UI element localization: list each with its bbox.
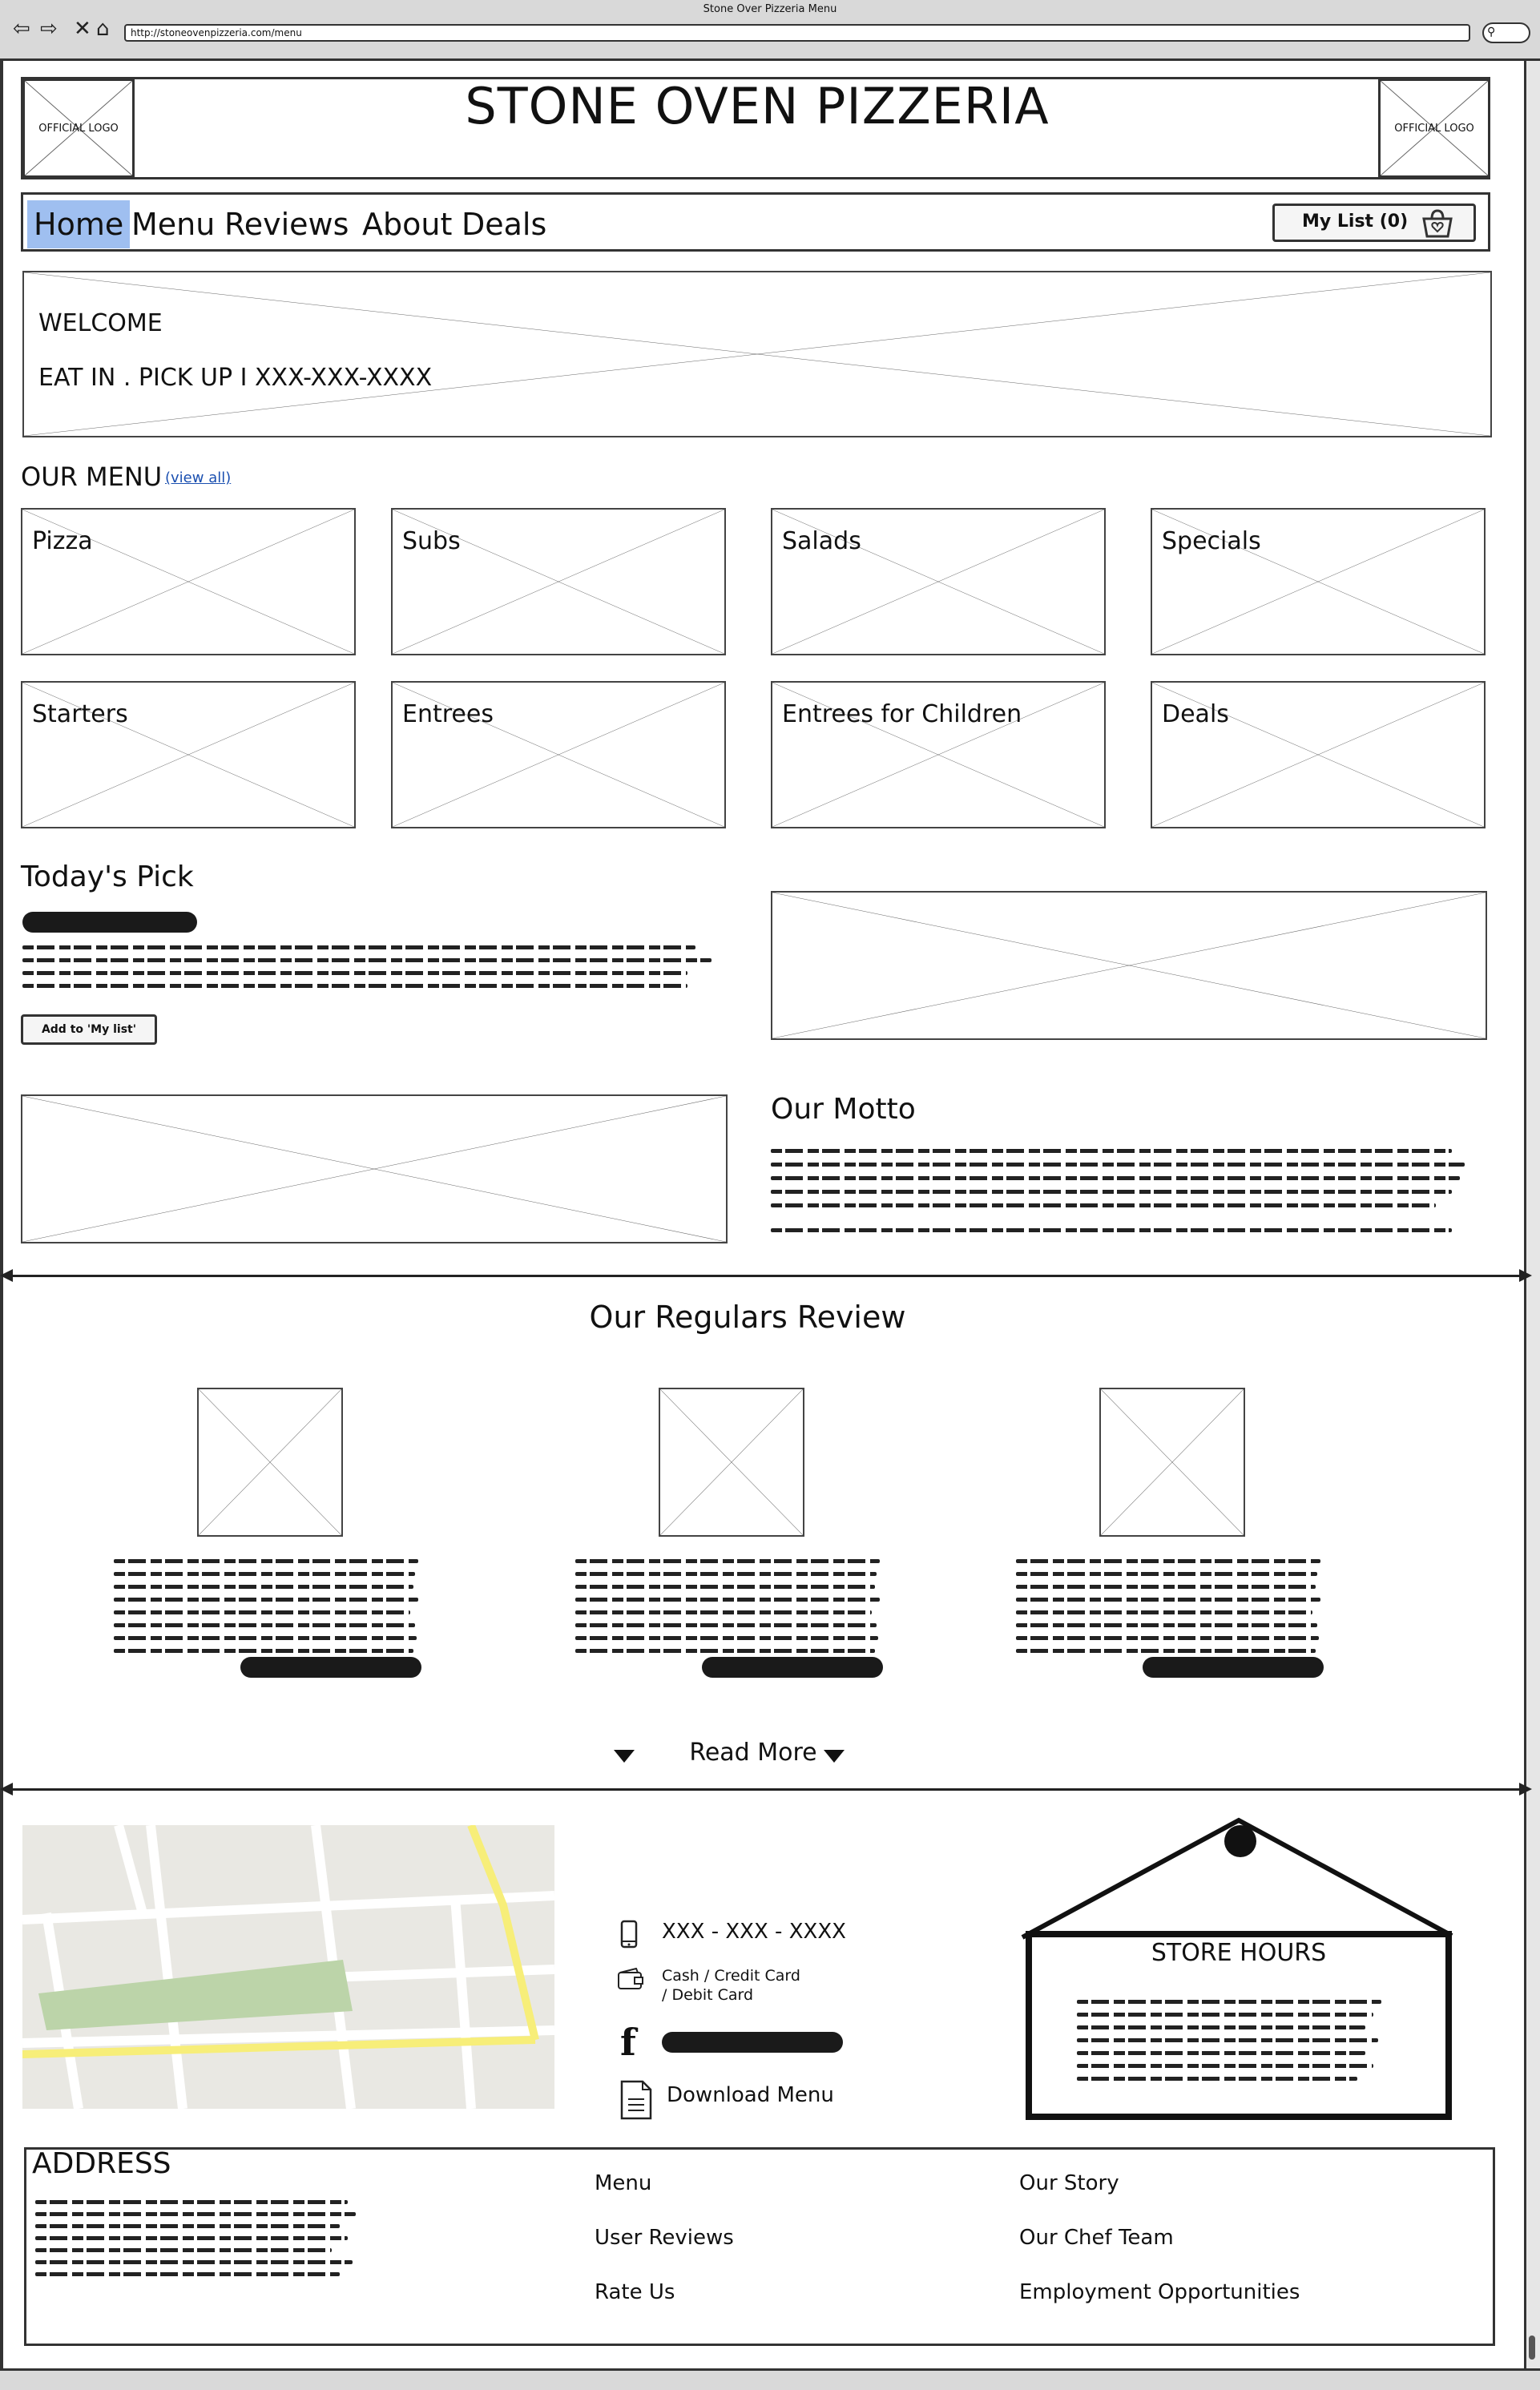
todays-pick-title: Today's Pick [21,860,194,893]
back-icon[interactable]: ⇦ [13,18,30,40]
footer-link[interactable]: Our Chef Team [1019,2226,1174,2250]
motto-description [771,1149,1468,1232]
todays-pick-image [771,891,1487,1040]
divider-arrow-right [1519,1783,1532,1796]
my-list-button[interactable]: My List (0) [1272,204,1476,242]
review-text [575,1559,888,1653]
menu-category-label: Pizza [32,527,93,555]
nav-item-about[interactable]: About [356,200,458,248]
menu-category-card[interactable]: Starters [21,681,356,828]
url-bar[interactable]: http://stoneovenpizzeria.com/menu [124,24,1470,42]
store-hours-title: STORE HOURS [1151,1939,1327,1967]
logo-label: OFFICIAL LOGO [1394,123,1474,135]
location-map[interactable] [22,1825,554,2109]
forward-icon[interactable]: ⇨ [40,18,58,40]
footer-link[interactable]: Our Story [1019,2171,1119,2195]
reviewer-avatar [1099,1388,1245,1537]
payment-line-1: Cash / Credit Card [662,1967,800,1985]
chevron-down-icon [824,1750,845,1763]
nav-item-reviews[interactable]: Reviews [218,200,355,248]
wallet-icon [618,1968,643,1989]
window-frame-bottom [0,2368,1540,2390]
payment-methods: Cash / Credit Card / Debit Card [662,1966,800,2005]
menu-category-label: Starters [32,700,128,728]
menu-category-label: Entrees for Children [782,700,1022,728]
motto-image [21,1094,728,1243]
review-text [1016,1559,1328,1653]
menu-category-label: Deals [1162,700,1229,728]
menu-category-card[interactable]: Entrees for Children [771,681,1106,828]
window-title: Stone Over Pizzeria Menu [703,3,837,15]
my-list-label: My List (0) [1302,212,1409,232]
download-menu-link[interactable]: Download Menu [667,2083,834,2107]
stop-icon[interactable]: ✕ [74,18,91,40]
logo-label: OFFICIAL LOGO [38,123,119,135]
menu-category-label: Salads [782,527,861,555]
read-more-label: Read More [689,1739,817,1767]
menu-category-card[interactable]: Deals [1151,681,1486,828]
divider-arrow-left [0,1783,13,1796]
review-text [114,1559,426,1653]
menu-category-card[interactable]: Salads [771,508,1106,655]
divider-arrow-left [0,1269,13,1282]
facebook-handle[interactable] [662,2032,843,2053]
shopping-bag-icon [1422,209,1453,238]
footer-link[interactable]: Rate Us [595,2280,675,2304]
logo-left[interactable]: OFFICIAL LOGO [22,79,135,178]
divider-arrow-right [1519,1269,1532,1282]
add-to-list-button[interactable]: Add to 'My list' [21,1014,157,1045]
todays-pick-item-name [22,912,197,933]
reviews-title: Our Regulars Review [589,1300,906,1335]
hero-banner: WELCOME EAT IN . PICK UP I XXX-XXX-XXXX [22,271,1492,437]
window-frame-left [0,61,3,2390]
scrollbar[interactable] [1524,61,1540,2390]
address-title: ADDRESS [32,2147,171,2180]
footer-link[interactable]: User Reviews [595,2226,734,2250]
hero-welcome: WELCOME [38,309,163,337]
view-all-link[interactable]: (view all) [165,470,231,486]
menu-category-card[interactable]: Subs [391,508,726,655]
reviewer-avatar [197,1388,343,1537]
store-hours-text [1077,2000,1381,2081]
payment-line-2: / Debit Card [662,1986,754,2004]
facebook-icon[interactable]: f [620,2024,636,2061]
reviewer-signature [702,1657,883,1678]
read-more-button[interactable]: Read More [609,1739,897,1771]
section-divider [8,1788,1522,1791]
menu-category-label: Entrees [402,700,494,728]
contact-phone[interactable]: XXX - XXX - XXXX [662,1920,846,1944]
footer-link[interactable]: Menu [595,2171,651,2195]
reviewer-signature [1143,1657,1324,1678]
todays-pick-description [22,945,712,988]
home-icon[interactable]: ⌂ [96,18,110,40]
motto-title: Our Motto [771,1093,916,1126]
menu-category-card[interactable]: Pizza [21,508,356,655]
nav-item-menu[interactable]: Menu [125,200,221,248]
search-icon[interactable]: ⚲ [1482,22,1530,43]
our-menu-title: OUR MENU [21,461,163,492]
menu-category-card[interactable]: Specials [1151,508,1486,655]
address-text [35,2200,356,2276]
menu-category-label: Specials [1162,527,1261,555]
chevron-down-icon [614,1750,635,1763]
scrollbar-thumb[interactable] [1529,2336,1535,2360]
site-title: STONE OVEN PIZZERIA [465,77,1050,135]
menu-category-label: Subs [402,527,461,555]
footer-link[interactable]: Employment Opportunities [1019,2280,1300,2304]
document-icon [620,2080,652,2120]
nav-item-home[interactable]: Home [27,200,131,248]
menu-category-card[interactable]: Entrees [391,681,726,828]
phone-icon [620,1920,638,1949]
reviewer-signature [240,1657,421,1678]
reviewer-avatar [659,1388,804,1537]
logo-right[interactable]: OFFICIAL LOGO [1378,79,1490,178]
hero-contact: EAT IN . PICK UP I XXX-XXX-XXXX [38,364,433,392]
section-divider [8,1275,1522,1277]
nav-item-deals[interactable]: Deals [455,200,553,248]
